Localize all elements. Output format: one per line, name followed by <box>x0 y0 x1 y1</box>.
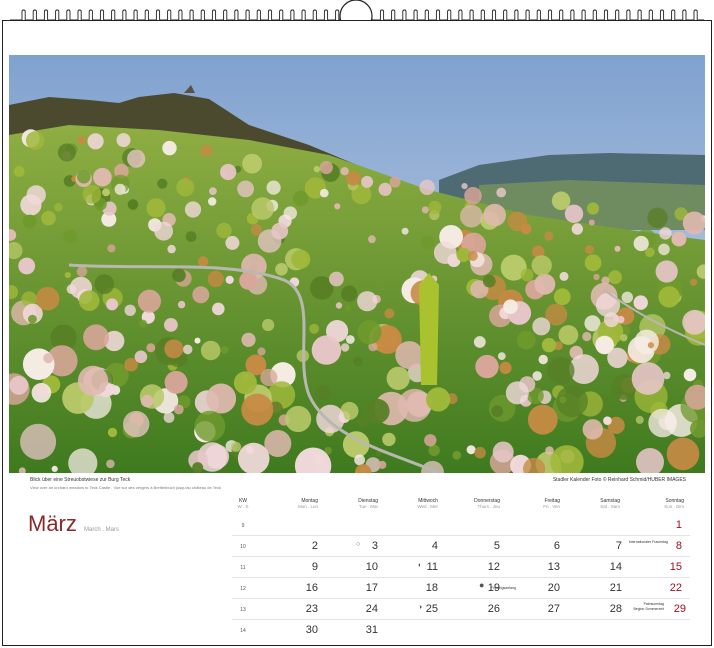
day-cell: 4 <box>431 540 438 552</box>
weekday-sub: Wed . Mer <box>417 504 438 509</box>
weekday-header-fri: Freitag Fri . Ven <box>522 498 560 510</box>
day-cell: 25 <box>425 603 438 615</box>
day-cell: 3 <box>371 540 378 552</box>
day-cell: 16 <box>305 582 318 594</box>
photo-credit: Stadler Kalender Foto © Reinhard Schmid/… <box>552 477 686 483</box>
day-cell: 9 <box>311 561 318 573</box>
week-row: 14 30 31 <box>232 619 690 640</box>
day-cell: 11 <box>426 561 438 573</box>
day-cell: 7 <box>615 540 622 552</box>
weekday-header-wed: Mittwoch Wed . Mer <box>400 498 438 510</box>
week-row: 12 16 17 18 ● 19 Frühlingsanfang 20 21 2… <box>232 577 690 599</box>
day-cell: 22 <box>669 582 682 594</box>
day-cell: 27 <box>547 603 560 615</box>
day-cell: 8 <box>675 540 682 552</box>
week-row: 10 2 ○ 3 4 5 6 7 Internationaler Frauent… <box>232 535 690 557</box>
day-cell: 15 <box>669 561 682 573</box>
weekday-header-tue: Dienstag Tue . Mar <box>340 498 378 510</box>
day-cell: 24 <box>365 603 378 615</box>
weekday-sub: Mon . Lun <box>297 504 318 509</box>
day-cell: 31 <box>365 624 378 636</box>
day-cell: 12 <box>487 561 500 573</box>
caption-subtitle: View over an orchard meadow to Teck Cast… <box>30 485 221 490</box>
day-cell: 21 <box>609 582 622 594</box>
day-cell: 5 <box>493 540 500 552</box>
weekday-header-thu: Donnerstag Thurs . Jeu <box>460 498 500 510</box>
day-cell: 17 <box>365 582 378 594</box>
month-title: März <box>28 511 77 536</box>
day-cell: 10 <box>365 561 378 573</box>
day-cell: 30 <box>305 624 318 636</box>
day-cell: 20 <box>547 582 560 594</box>
day-cell: 23 <box>305 603 318 615</box>
kw-number: 14 <box>240 628 246 634</box>
week-row: 9 1 <box>232 514 690 536</box>
day-cell: 2 <box>311 540 318 552</box>
kw-number: 11 <box>240 565 246 571</box>
weekday-header-sun: Sonntag Sun . Dim <box>644 498 684 510</box>
day-cell: 13 <box>547 561 560 573</box>
kw-header-sub: W . S <box>237 504 249 509</box>
day-cell: 1 <box>675 519 682 531</box>
weekday-header-mon: Montag Mon . Lun <box>280 498 318 510</box>
weekday-sub: Fri . Ven <box>543 504 560 509</box>
season-note: Frühlingsanfang <box>490 586 516 590</box>
caption-title: Blick über eine Streuobstwiese zur Burg … <box>30 477 131 483</box>
week-row: 11 9 10 ◐ 11 12 13 14 15 <box>232 556 690 578</box>
kw-number: 10 <box>240 544 246 550</box>
day-cell: 6 <box>553 540 560 552</box>
week-row: 13 23 24 ◑ 25 26 27 28 Palmsonntag Begin… <box>232 598 690 620</box>
kw-number: 13 <box>240 607 246 613</box>
month-subtitle: March . Mars <box>84 527 120 533</box>
kw-header: KW W . S <box>232 498 254 510</box>
kw-number: 12 <box>240 586 246 592</box>
weekday-sub: Thurs . Jeu <box>477 504 500 509</box>
day-cell: 28 <box>609 603 622 615</box>
landscape-photo <box>9 55 705 473</box>
weekday-sub: Sun . Dim <box>664 504 684 509</box>
weekday-sub: Tue . Mar <box>358 504 378 509</box>
weekday-sub: Sat . Sam <box>600 504 620 509</box>
kw-number: 9 <box>241 523 245 529</box>
day-cell: 14 <box>609 561 622 573</box>
day-cell: 26 <box>487 603 500 615</box>
day-cell: 18 <box>425 582 438 594</box>
holiday-note-2: Beginn Sommerzeit <box>633 607 664 611</box>
day-cell: 29 <box>673 603 686 615</box>
weekday-header-sat: Samstag Sat . Sam <box>582 498 620 510</box>
holiday-note-1: Palmsonntag <box>643 602 664 606</box>
photo-caption: Blick über eine Streuobstwiese zur Burg … <box>30 477 221 491</box>
